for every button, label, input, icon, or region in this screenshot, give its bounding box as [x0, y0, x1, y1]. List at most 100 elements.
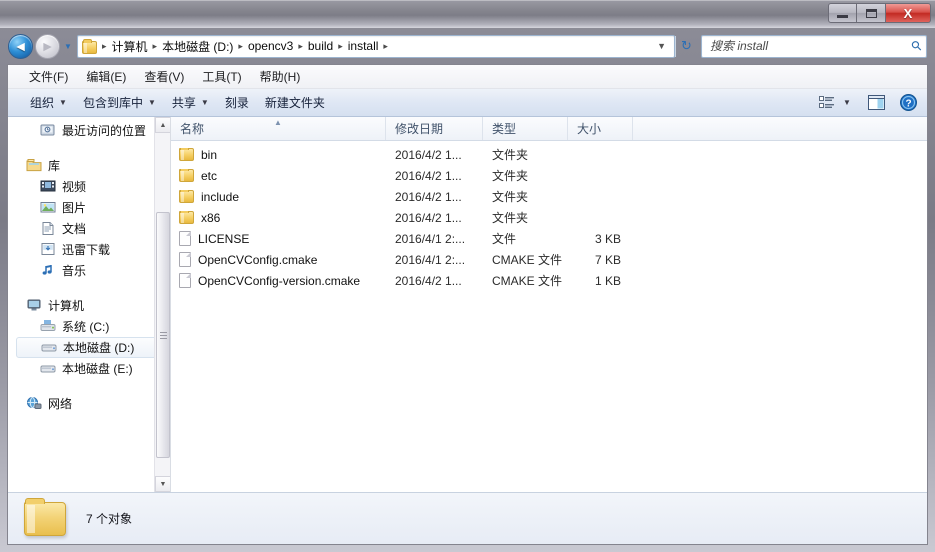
view-options-button[interactable] [813, 92, 839, 114]
file-icon [179, 273, 191, 288]
menu-tools[interactable]: 工具(T) [193, 66, 250, 87]
sidebar-item-downloads[interactable]: 迅雷下载 [8, 239, 170, 260]
sidebar-item-drive-e[interactable]: 本地磁盘 (E:) [8, 358, 170, 379]
help-button[interactable]: ? [895, 92, 921, 114]
navigation-bar: ◄ ► ▼ ▸ 计算机 ▸ 本地磁盘 (D:) ▸ opencv3 ▸ buil… [0, 28, 935, 64]
toolbar-include-in-library[interactable]: 包含到库中 ▼ [75, 91, 164, 114]
address-dropdown-button[interactable]: ▼ [655, 41, 672, 51]
column-header-name[interactable]: ▲ 名称 [171, 117, 386, 140]
sidebar-item-documents[interactable]: 文档 [8, 218, 170, 239]
sidebar-item-drive-d[interactable]: 本地磁盘 (D:) [16, 337, 164, 358]
folder-large-icon [24, 497, 66, 536]
toolbar-organize[interactable]: 组织 ▼ [22, 91, 75, 114]
table-row[interactable]: x86 2016/4/2 1... 文件夹 [171, 207, 927, 228]
search-box[interactable]: ⚲ [701, 34, 927, 58]
toolbar-burn-label: 刻录 [224, 96, 249, 110]
sidebar-item-pictures[interactable]: 图片 [8, 197, 170, 218]
refresh-button[interactable]: ↻ [675, 35, 697, 57]
preview-pane-button[interactable] [863, 92, 889, 114]
sidebar-item-label: 本地磁盘 (E:) [62, 362, 133, 376]
client-area: 文件(F) 编辑(E) 查看(V) 工具(T) 帮助(H) 组织 ▼ 包含到库中… [7, 64, 928, 545]
folder-icon [179, 189, 194, 203]
breadcrumb-item-drive-d[interactable]: 本地磁盘 (D:) [159, 36, 236, 57]
breadcrumb-separator: ▸ [338, 40, 343, 51]
sidebar-item-label: 系统 (C:) [62, 320, 110, 334]
view-options-icon [818, 96, 834, 108]
chevron-down-icon: ▼ [200, 98, 209, 107]
sidebar-item-label: 迅雷下载 [62, 243, 111, 257]
file-name: LICENSE [198, 231, 250, 246]
history-dropdown-button[interactable]: ▼ [61, 42, 75, 51]
column-header-type-label: 类型 [492, 122, 517, 136]
column-header-date[interactable]: 修改日期 [386, 117, 483, 140]
drive-icon [41, 340, 57, 356]
table-row[interactable]: OpenCVConfig-version.cmake 2016/4/2 1...… [171, 270, 927, 291]
video-icon [40, 179, 56, 195]
menu-file[interactable]: 文件(F) [20, 66, 77, 87]
explorer-window: X ◄ ► ▼ ▸ 计算机 ▸ 本地磁盘 (D:) ▸ opencv3 ▸ bu… [0, 0, 935, 552]
breadcrumb-item-install[interactable]: install [345, 37, 382, 55]
table-row[interactable]: include 2016/4/2 1... 文件夹 [171, 186, 927, 207]
column-header-type[interactable]: 类型 [483, 117, 568, 140]
sidebar-item-label: 库 [48, 159, 61, 173]
forward-button[interactable]: ► [35, 33, 60, 59]
preview-pane-icon [867, 95, 885, 110]
breadcrumb-item-computer[interactable]: 计算机 [109, 36, 151, 57]
file-name-cell: include [171, 189, 386, 204]
toolbar-burn[interactable]: 刻录 [217, 91, 257, 114]
sidebar-scrollbar[interactable]: ▲ ▼ [154, 117, 170, 492]
table-row[interactable]: etc 2016/4/2 1... 文件夹 [171, 165, 927, 186]
menu-view[interactable]: 查看(V) [135, 66, 193, 87]
scrollbar-thumb[interactable] [156, 212, 170, 458]
back-button[interactable]: ◄ [8, 33, 33, 59]
column-header-size[interactable]: 大小 [568, 117, 633, 140]
column-headers: ▲ 名称 修改日期 类型 大小 [171, 117, 927, 141]
sidebar-item-computer[interactable]: 计算机 [8, 295, 170, 316]
column-header-filler [633, 117, 927, 140]
toolbar-new-folder[interactable]: 新建文件夹 [257, 91, 333, 114]
sidebar-item-videos[interactable]: 视频 [8, 176, 170, 197]
restore-button[interactable] [857, 3, 886, 23]
table-row[interactable]: LICENSE 2016/4/1 2:... 文件 3 KB [171, 228, 927, 249]
close-button[interactable]: X [886, 3, 931, 23]
command-toolbar: 组织 ▼ 包含到库中 ▼ 共享 ▼ 刻录 新建文件夹 ▼ ? [8, 89, 927, 117]
view-options-caret[interactable]: ▼ [839, 92, 855, 114]
search-input[interactable] [710, 39, 913, 53]
file-date: 2016/4/2 1... [395, 189, 462, 204]
column-header-name-label: 名称 [180, 122, 205, 136]
table-row[interactable]: bin 2016/4/2 1... 文件夹 [171, 144, 927, 165]
scroll-up-button[interactable]: ▲ [155, 117, 170, 133]
sidebar-item-libraries[interactable]: 库 [8, 155, 170, 176]
sidebar-item-music[interactable]: 音乐 [8, 260, 170, 281]
breadcrumb-item-build[interactable]: build [305, 37, 336, 55]
chevron-down-icon: ▼ [147, 98, 156, 107]
sidebar-item-label: 最近访问的位置 [62, 124, 147, 138]
sidebar-item-system-c[interactable]: 系统 (C:) [8, 316, 170, 337]
file-date: 2016/4/1 2:... [395, 252, 466, 267]
sidebar-item-recent-places[interactable]: 最近访问的位置 [8, 120, 170, 141]
title-bar: X [0, 0, 935, 28]
breadcrumb: ▸ 计算机 ▸ 本地磁盘 (D:) ▸ opencv3 ▸ build ▸ in… [81, 36, 655, 57]
toolbar-share[interactable]: 共享 ▼ [164, 91, 217, 114]
table-row[interactable]: OpenCVConfig.cmake 2016/4/1 2:... CMAKE … [171, 249, 927, 270]
toolbar-share-label: 共享 [171, 96, 196, 110]
file-type: 文件夹 [492, 211, 529, 225]
sidebar-item-network[interactable]: 网络 [8, 393, 170, 414]
scroll-down-button[interactable]: ▼ [155, 476, 170, 492]
breadcrumb-item-opencv3[interactable]: opencv3 [245, 37, 296, 55]
back-arrow-icon: ◄ [13, 38, 28, 54]
menu-help[interactable]: 帮助(H) [251, 66, 310, 87]
file-date: 2016/4/1 2:... [395, 231, 466, 246]
file-name-cell: LICENSE [171, 231, 386, 246]
navigation-pane: 最近访问的位置 库 视频 图片 文档 迅雷下载 音乐 计算机 系统 (C:) 本… [8, 117, 171, 492]
file-size: 7 KB [594, 252, 621, 267]
breadcrumb-separator: ▸ [238, 40, 243, 51]
sidebar-item-label: 计算机 [48, 299, 85, 313]
menu-edit[interactable]: 编辑(E) [77, 66, 135, 87]
chevron-down-icon: ▼ [59, 98, 67, 107]
address-bar[interactable]: ▸ 计算机 ▸ 本地磁盘 (D:) ▸ opencv3 ▸ build ▸ in… [77, 34, 675, 58]
recent-places-icon [40, 123, 56, 139]
folder-icon [179, 147, 194, 161]
minimize-button[interactable] [828, 3, 857, 23]
